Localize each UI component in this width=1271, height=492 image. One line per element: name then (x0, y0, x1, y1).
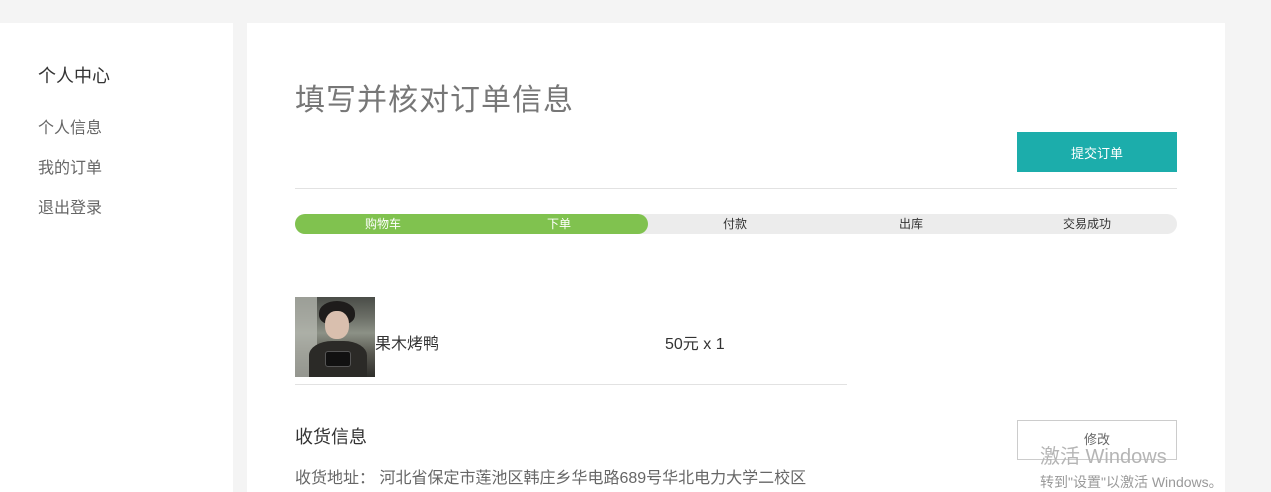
shipping-address: 收货地址： 河北省保定市莲池区韩庄乡华电路689号华北电力大学二校区 (295, 470, 807, 487)
page-title: 填写并核对订单信息 (295, 84, 574, 117)
shipping-info-title: 收货信息 (295, 427, 367, 447)
progress-step-complete: 交易成功 (1062, 217, 1111, 231)
order-progress-bar: 购物车 下单 付款 出库 交易成功 (295, 214, 1177, 234)
submit-order-button[interactable]: 提交订单 (1017, 132, 1177, 172)
edit-address-button[interactable]: 修改 (1017, 420, 1177, 460)
progress-step-place-order: 下单 (546, 217, 571, 231)
progress-step-shipped: 出库 (898, 217, 923, 231)
product-price-quantity: 50元 x 1 (665, 336, 725, 353)
sidebar-item-logout[interactable]: 退出登录 (38, 194, 102, 218)
sidebar-title: 个人中心 (38, 66, 110, 86)
sidebar: 个人中心 个人信息 我的订单 退出登录 (0, 23, 233, 492)
product-thumbnail[interactable] (295, 297, 375, 377)
divider (295, 384, 847, 385)
divider (295, 188, 1177, 189)
product-name[interactable]: 果木烤鸭 (375, 330, 439, 354)
sidebar-item-profile[interactable]: 个人信息 (38, 114, 102, 138)
progress-step-payment: 付款 (722, 217, 747, 231)
progress-step-cart: 购物车 (364, 217, 401, 231)
order-main-panel: 填写并核对订单信息 提交订单 购物车 下单 付款 出库 交易成功 果木烤鸭 50… (247, 23, 1225, 492)
sidebar-item-my-orders[interactable]: 我的订单 (38, 154, 102, 178)
